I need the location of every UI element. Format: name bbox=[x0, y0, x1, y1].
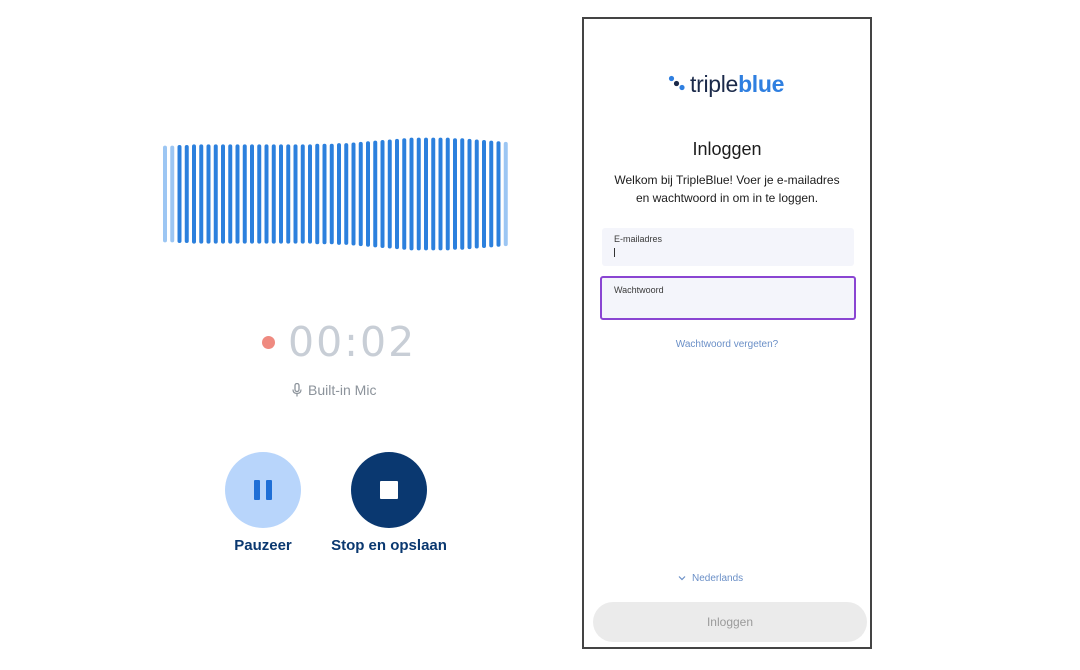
recording-status: 00:02 bbox=[262, 318, 416, 366]
waveform-bar bbox=[431, 137, 436, 251]
email-field[interactable]: E-mailadres bbox=[602, 228, 854, 266]
waveform-bar bbox=[416, 137, 421, 251]
waveform-bar bbox=[279, 144, 283, 244]
page-title: Inloggen bbox=[692, 139, 762, 159]
waveform-bar bbox=[315, 143, 320, 245]
waveform-bar bbox=[438, 137, 443, 251]
waveform-bar bbox=[373, 140, 378, 248]
waveform-bar bbox=[286, 144, 291, 244]
language-label: Nederlands bbox=[692, 572, 744, 584]
waveform-bar bbox=[199, 144, 204, 244]
microphone-source: Built-in Mic bbox=[292, 380, 376, 400]
stop-icon bbox=[380, 481, 398, 499]
language-selector[interactable]: Nederlands bbox=[678, 571, 743, 585]
email-field-label: E-mailadres bbox=[614, 234, 663, 244]
waveform-bar bbox=[257, 144, 262, 244]
waveform-bar bbox=[344, 143, 349, 245]
waveform-bar bbox=[242, 144, 247, 244]
recording-timer: 00:02 bbox=[288, 318, 417, 366]
pause-icon bbox=[254, 480, 272, 500]
waveform-bar bbox=[170, 145, 175, 243]
waveform-bar bbox=[250, 144, 254, 244]
waveform-bar bbox=[184, 145, 189, 243]
pause-button[interactable] bbox=[225, 452, 301, 528]
waveform-bar bbox=[380, 140, 385, 248]
stop-and-save-button-label[interactable]: Stop en opslaan bbox=[319, 537, 459, 554]
logo-dots-icon bbox=[668, 75, 685, 91]
waveform-bar bbox=[453, 138, 457, 250]
waveform-bar bbox=[395, 138, 399, 250]
waveform-bar bbox=[496, 141, 501, 247]
waveform-bar bbox=[445, 137, 450, 251]
text-cursor bbox=[614, 248, 615, 257]
waveform-bar bbox=[206, 144, 211, 244]
waveform-bar bbox=[192, 144, 196, 244]
login-submit-button[interactable]: Inloggen bbox=[593, 602, 867, 642]
waveform-bar bbox=[489, 140, 494, 248]
waveform-bar bbox=[300, 144, 305, 244]
waveform-bar bbox=[482, 140, 486, 248]
waveform-bar bbox=[271, 144, 276, 244]
waveform-bar bbox=[163, 145, 167, 243]
chevron-down-icon bbox=[678, 576, 686, 581]
waveform-bar bbox=[387, 139, 392, 249]
waveform-bar bbox=[177, 145, 182, 243]
waveform-bar bbox=[228, 144, 233, 244]
audio-waveform bbox=[163, 137, 508, 251]
waveform-bar bbox=[402, 138, 407, 250]
waveform-bar bbox=[322, 143, 327, 245]
forgot-password-link[interactable]: Wachtwoord vergeten? bbox=[614, 339, 840, 350]
waveform-bar bbox=[358, 141, 363, 247]
waveform-bar bbox=[213, 144, 218, 244]
logo-wordmark: tripleblue bbox=[690, 71, 785, 97]
tripleblue-logo: tripleblue bbox=[668, 69, 784, 99]
mic-label: Built-in Mic bbox=[308, 382, 377, 398]
waveform-bar bbox=[329, 143, 334, 245]
waveform-bar bbox=[409, 137, 414, 251]
waveform-bar bbox=[221, 144, 225, 244]
password-field[interactable]: Wachtwoord bbox=[600, 276, 856, 320]
waveform-bar bbox=[293, 144, 298, 244]
waveform-bar bbox=[337, 143, 341, 245]
waveform-bar bbox=[460, 138, 465, 250]
waveform-bar bbox=[503, 141, 508, 247]
pause-button-label[interactable]: Pauzeer bbox=[213, 537, 313, 554]
mic-icon bbox=[292, 383, 302, 397]
waveform-bar bbox=[235, 144, 240, 244]
waveform-bar bbox=[467, 138, 472, 250]
recording-indicator-dot bbox=[262, 335, 275, 349]
welcome-text: Welkom bij TripleBlue! Voer je e-mailadr… bbox=[614, 173, 840, 205]
login-screen: tripleblue Inloggen Welkom bij TripleBlu… bbox=[582, 17, 872, 649]
waveform-bar bbox=[366, 141, 370, 247]
waveform-bar bbox=[474, 139, 479, 249]
password-field-label: Wachtwoord bbox=[614, 285, 664, 295]
waveform-bar bbox=[351, 142, 356, 246]
waveform-bar bbox=[424, 137, 428, 251]
waveform-bar bbox=[308, 144, 312, 244]
stop-and-save-button[interactable] bbox=[351, 452, 427, 528]
waveform-bar bbox=[264, 144, 269, 244]
